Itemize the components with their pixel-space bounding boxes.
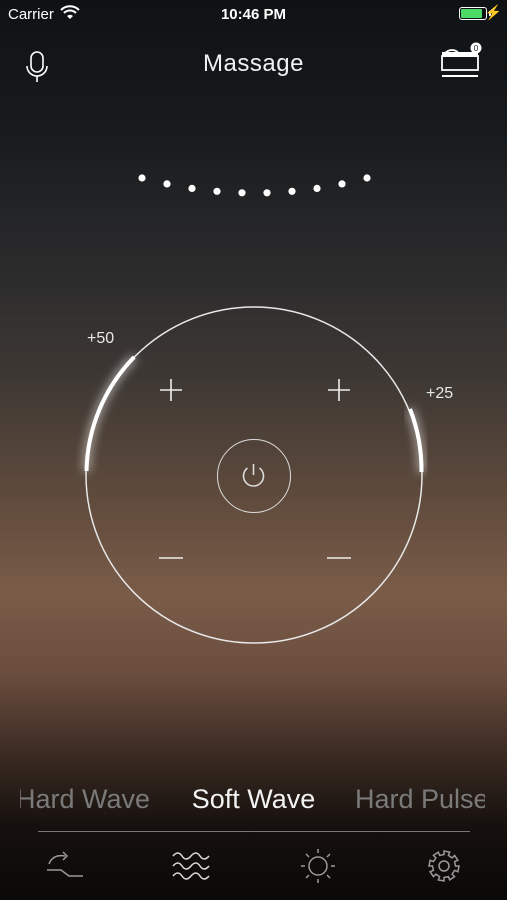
tab-massage[interactable] (169, 846, 213, 886)
mode-divider (38, 831, 470, 832)
tab-light[interactable] (296, 846, 340, 886)
left-level-arc (84, 355, 136, 472)
mode-next[interactable]: Hard Pulse (355, 784, 485, 815)
intensity-dot (163, 180, 171, 188)
intensity-dot (138, 174, 146, 182)
status-time: 10:46 PM (220, 6, 287, 23)
massage-wave-icon (172, 852, 210, 880)
left-increase-button[interactable] (151, 370, 191, 410)
intensity-dots (138, 174, 371, 197)
left-decrease-button[interactable] (151, 538, 191, 578)
intensity-dot (363, 174, 371, 182)
right-increase-button[interactable] (319, 370, 359, 410)
left-level-label: +50 (87, 330, 115, 347)
intensity-dot (238, 189, 246, 197)
intensity-dot (263, 189, 271, 197)
intensity-dot (188, 184, 196, 192)
status-bar: Carrier 10:46 PM ⚡ (0, 0, 507, 30)
battery-icon (459, 7, 487, 20)
bed-position-icon (47, 851, 83, 877)
power-button[interactable] (217, 439, 291, 513)
intensity-dot (213, 187, 221, 195)
settings-icon (428, 850, 460, 882)
charging-icon: ⚡ (484, 4, 502, 20)
light-icon (301, 849, 335, 883)
right-level-label: +25 (426, 385, 454, 402)
intensity-dot (313, 184, 321, 192)
power-icon (242, 464, 265, 487)
intensity-dot (338, 180, 346, 188)
page-title: Massage (203, 50, 304, 77)
bed-badge: 0 (474, 44, 479, 53)
intensity-dot (288, 187, 296, 195)
bed-icon[interactable]: 0 (438, 42, 484, 78)
right-decrease-button[interactable] (319, 538, 359, 578)
mode-selector[interactable]: Hard Wave Soft Wave Hard Pulse (0, 784, 507, 824)
tab-bed-position[interactable] (43, 846, 87, 886)
right-level-arc (408, 408, 424, 473)
tab-settings[interactable] (422, 846, 466, 886)
